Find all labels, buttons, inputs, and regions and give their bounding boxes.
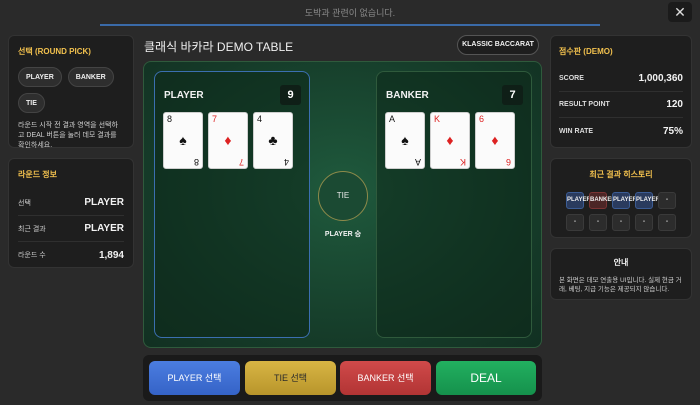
pick-option-tie[interactable]: TIE (18, 93, 45, 113)
card-rank: K (434, 114, 441, 124)
card-rank: 4 (257, 114, 263, 124)
history-cell: PLAYER (635, 192, 660, 209)
select-banker-button[interactable]: BANKER 선택 (340, 361, 431, 395)
history-cell: - (589, 214, 607, 231)
top-banner: 도박과 관련이 없습니다. (100, 0, 600, 26)
history-cell: - (635, 214, 653, 231)
banker-label: BANKER (386, 89, 429, 101)
history-cell: - (658, 214, 676, 231)
deal-button[interactable]: DEAL (436, 361, 536, 395)
card-rank: 6 (479, 114, 485, 124)
round-info-title: 라운드 정보 (18, 170, 58, 179)
card-rank: 6 (505, 157, 511, 167)
close-icon: ✕ (674, 4, 686, 20)
action-bar: PLAYER 선택 TIE 선택 BANKER 선택 DEAL (143, 355, 542, 401)
spade-icon: ♠ (401, 132, 409, 148)
score-label: SCORE (559, 75, 584, 82)
game-mode-button[interactable]: KLASSIC BACCARAT (457, 35, 539, 55)
history-cell: PLAYER (566, 192, 591, 209)
winner-text: PLAYER 승 (324, 231, 362, 238)
player-label: PLAYER (164, 89, 204, 101)
player-score: 9 (280, 85, 301, 105)
win-rate-row: WIN RATE 75% (559, 118, 683, 144)
round-row-recent-result: 최근 결과 PLAYER (18, 216, 124, 242)
club-icon: ♣ (268, 132, 278, 148)
round-row-label: 선택 (18, 199, 31, 207)
card-rank: 8 (193, 157, 199, 167)
pick-options: PLAYER BANKER TIE (18, 67, 124, 113)
history-cell: PLAYER (612, 192, 637, 209)
round-row-value: PLAYER (84, 197, 124, 208)
playing-card: 7 ♦ 7 (208, 112, 248, 169)
card-rank: 8 (167, 114, 173, 124)
result-point-row: RESULT POINT 120 (559, 92, 683, 118)
history-cell: - (612, 214, 630, 231)
round-info-panel: 라운드 정보 선택 PLAYER 최근 결과 PLAYER 라운드 수 1,89… (8, 158, 134, 268)
card-rank: 4 (283, 157, 289, 167)
history-cell: - (566, 214, 584, 231)
result-point-value: 120 (666, 99, 683, 110)
diamond-icon: ♦ (491, 132, 499, 148)
card-rank: A (389, 114, 396, 124)
round-row-value: 1,894 (98, 249, 124, 261)
pick-option-player[interactable]: PLAYER (18, 67, 62, 87)
round-pick-panel: 선택 (ROUND PICK) PLAYER BANKER TIE 라운드 시작… (8, 35, 134, 149)
banker-area: BANKER 7 A ♠ A K ♦ K 6 ♦ 6 (376, 71, 532, 338)
playing-card: 8 ♠ 8 (163, 112, 203, 169)
history-grid: PLAYER BANKER PLAYER PLAYER - - - - - - (559, 192, 683, 231)
close-button[interactable]: ✕ (668, 2, 692, 22)
round-row-selection: 선택 PLAYER (18, 190, 124, 216)
result-history-panel: 최근 결과 히스토리 PLAYER BANKER PLAYER PLAYER -… (550, 158, 692, 238)
select-player-button[interactable]: PLAYER 선택 (149, 361, 240, 395)
round-pick-title: 선택 (ROUND PICK) (18, 47, 91, 56)
banker-cards: A ♠ A K ♦ K 6 ♦ 6 (385, 112, 515, 169)
round-row-label: 라운드 수 (18, 252, 46, 259)
pick-option-banker[interactable]: BANKER (67, 67, 114, 87)
history-title: 최근 결과 히스토리 (589, 170, 653, 179)
player-cards: 8 ♠ 8 7 ♦ 7 4 ♣ 4 (163, 112, 293, 169)
notice-title: 안내 (613, 258, 629, 267)
notice-panel: 안내 본 화면은 데모 연출용 UI입니다. 실제 현금 거래, 베팅, 지급 … (550, 248, 692, 300)
tie-zone: TIE (318, 171, 368, 221)
card-rank: 7 (238, 157, 244, 167)
score-board-title: 점수판 (DEMO) (559, 47, 613, 56)
round-row-count: 라운드 수 1,894 (18, 242, 124, 268)
baccarat-table: PLAYER 9 8 ♠ 8 7 ♦ 7 4 ♣ 4 TIE PLAYER 승 … (143, 61, 542, 348)
round-row-value: PLAYER (84, 223, 124, 234)
playing-card: A ♠ A (385, 112, 425, 169)
table-title: 클래식 바카라 DEMO TABLE (144, 40, 294, 54)
win-rate-value: 75% (662, 125, 683, 137)
history-cell: - (658, 192, 676, 209)
win-rate-label: WIN RATE (559, 127, 594, 135)
card-rank: K (459, 157, 466, 167)
diamond-icon: ♦ (224, 132, 232, 148)
playing-card: K ♦ K (430, 112, 470, 169)
result-point-label: RESULT POINT (559, 101, 610, 108)
history-cell: BANKER (589, 192, 616, 209)
playing-card: 6 ♦ 6 (475, 112, 515, 169)
banker-score: 7 (502, 85, 523, 105)
pick-description: 라운드 시작 전 결과 영역을 선택하고 DEAL 버튼을 눌러 데모 결과를 … (18, 122, 118, 149)
diamond-icon: ♦ (446, 132, 454, 148)
select-tie-button[interactable]: TIE 선택 (245, 361, 336, 395)
playing-card: 4 ♣ 4 (253, 112, 293, 169)
card-rank: 7 (212, 114, 218, 124)
score-board-panel: 점수판 (DEMO) SCORE 1,000,360 RESULT POINT … (550, 35, 692, 148)
spade-icon: ♠ (179, 132, 187, 148)
round-row-label: 최근 결과 (18, 225, 46, 233)
player-area: PLAYER 9 8 ♠ 8 7 ♦ 7 4 ♣ 4 (154, 71, 310, 338)
notice-text: 본 화면은 데모 연출용 UI입니다. 실제 현금 거래, 베팅, 지급 기능은… (559, 277, 682, 293)
score-value: 1,000,360 (638, 73, 684, 84)
card-rank: A (414, 157, 421, 167)
score-row: SCORE 1,000,360 (559, 66, 683, 92)
banner-text: 도박과 관련이 없습니다. (304, 7, 396, 18)
